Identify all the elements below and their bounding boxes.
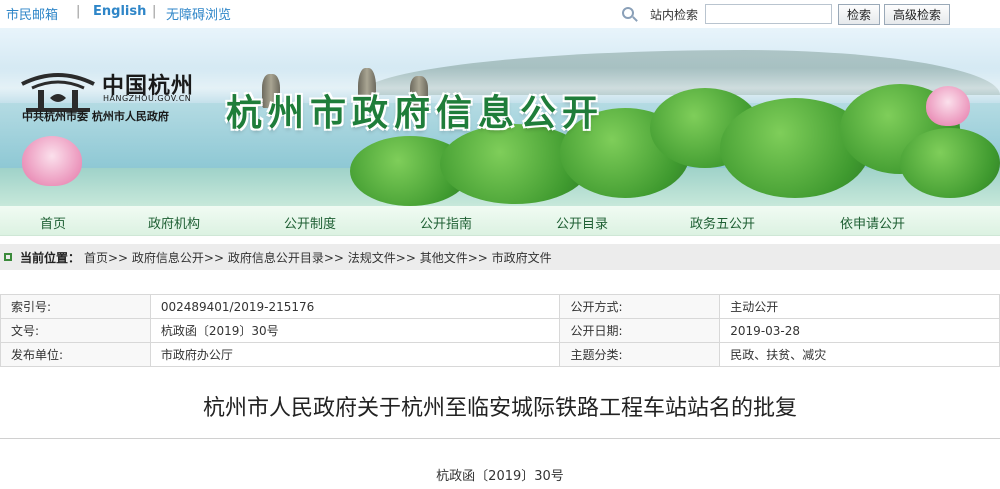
topic-category-value: 民政、扶贫、减灾 xyxy=(719,342,1000,367)
table-row: 索引号: 002489401/2019-215176 公开方式: 主动公开 xyxy=(0,294,1000,319)
divider xyxy=(0,438,1000,439)
breadcrumb-label: 当前位置： xyxy=(20,251,81,265)
header-banner: 中国杭州 HANGZHOU.GOV.CN 中共杭州市委 杭州市人民政府 杭州市政… xyxy=(0,28,1000,206)
nav-item-five-disclosures[interactable]: 政务五公开 xyxy=(690,213,755,232)
nav-item-request-disclosure[interactable]: 依申请公开 xyxy=(840,213,905,232)
document-number-label: 文号: xyxy=(0,318,151,343)
separator: | xyxy=(152,4,157,19)
breadcrumb: 当前位置： 首页>> 政府信息公开>> 政府信息公开目录>> 法规文件>> 其他… xyxy=(0,244,1000,270)
publisher-value: 市政府办公厅 xyxy=(149,342,561,367)
publisher-label: 发布单位: xyxy=(0,342,151,367)
disclosure-date-value: 2019-03-28 xyxy=(719,318,1000,343)
document-number-value: 杭政函〔2019〕30号 xyxy=(149,318,561,343)
nav-item-home[interactable]: 首页 xyxy=(40,213,66,232)
main-nav: 首页 政府机构 公开制度 公开指南 公开目录 政务五公开 依申请公开 xyxy=(0,206,1000,236)
location-icon xyxy=(4,253,12,261)
index-number-label: 索引号: xyxy=(0,294,151,319)
logo-organization: 中共杭州市委 杭州市人民政府 xyxy=(22,110,169,123)
site-title: 杭州市政府信息公开 xyxy=(226,92,605,134)
nav-item-government-agencies[interactable]: 政府机构 xyxy=(148,213,200,232)
top-bar: 市民邮箱 | English | 无障碍浏览 站内检索 检索 高级检索 xyxy=(0,0,1000,28)
disclosure-method-value: 主动公开 xyxy=(719,294,1000,319)
table-row: 发布单位: 市政府办公厅 主题分类: 民政、扶贫、减灾 xyxy=(0,342,1000,367)
advanced-search-button[interactable]: 高级检索 xyxy=(884,4,950,25)
nav-item-disclosure-system[interactable]: 公开制度 xyxy=(284,213,336,232)
disclosure-date-label: 公开日期: xyxy=(559,318,721,343)
index-number-value: 002489401/2019-215176 xyxy=(149,294,561,319)
document-number: 杭政函〔2019〕30号 xyxy=(436,469,564,484)
accessibility-link[interactable]: 无障碍浏览 xyxy=(166,4,231,23)
breadcrumb-path[interactable]: 首页>> 政府信息公开>> 政府信息公开目录>> 法规文件>> 其他文件>> 市… xyxy=(84,249,552,266)
logo-domain: HANGZHOU.GOV.CN xyxy=(103,94,192,103)
search-icon xyxy=(622,7,634,19)
citizen-mailbox-link[interactable]: 市民邮箱 xyxy=(6,4,58,23)
search-input[interactable] xyxy=(705,4,832,24)
document-title: 杭州市人民政府关于杭州至临安城际铁路工程车站站名的批复 xyxy=(202,396,797,421)
english-link[interactable]: English xyxy=(93,4,146,19)
nav-item-disclosure-guide[interactable]: 公开指南 xyxy=(420,213,472,232)
lotus-leaf xyxy=(900,128,1000,198)
table-row: 文号: 杭政函〔2019〕30号 公开日期: 2019-03-28 xyxy=(0,318,1000,343)
document-info-table: 索引号: 002489401/2019-215176 公开方式: 主动公开 文号… xyxy=(0,294,1000,367)
separator: | xyxy=(76,4,81,19)
disclosure-method-label: 公开方式: xyxy=(559,294,721,319)
page: 市民邮箱 | English | 无障碍浏览 站内检索 检索 高级检索 中国杭州… xyxy=(0,0,1000,489)
lotus-flower xyxy=(926,86,970,126)
search-label: 站内检索 xyxy=(650,8,699,22)
topic-category-label: 主题分类: xyxy=(559,342,721,367)
nav-item-disclosure-catalog[interactable]: 公开目录 xyxy=(556,213,608,232)
search-button[interactable]: 检索 xyxy=(838,4,880,25)
lotus-flower xyxy=(22,136,82,186)
